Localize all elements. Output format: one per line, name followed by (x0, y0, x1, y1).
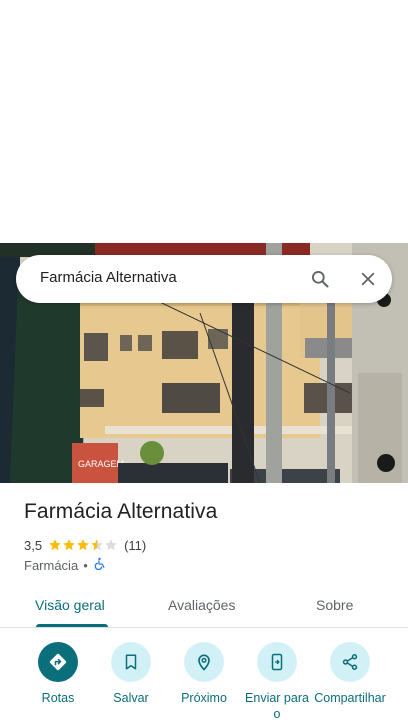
active-tab-indicator (36, 624, 108, 627)
tab-reviews[interactable]: Avaliações (168, 597, 235, 613)
place-category: Farmácia (24, 557, 79, 573)
share-label: Compartilhar (314, 691, 386, 705)
star-empty-icon (105, 539, 117, 551)
nearby-icon[interactable] (184, 642, 224, 682)
send-to-phone-icon[interactable] (257, 642, 297, 682)
garage-sign: GARAGEM (78, 459, 124, 469)
rating-stars (48, 538, 118, 552)
save-label: Salvar (113, 691, 149, 705)
nearby-button[interactable]: Próximo (164, 642, 244, 706)
share-icon[interactable] (330, 642, 370, 682)
directions-label: Rotas (41, 691, 75, 705)
close-icon[interactable] (354, 265, 382, 293)
share-button[interactable]: Compartilhar (310, 642, 390, 706)
send-to-phone-button[interactable]: Enviar para o (237, 642, 317, 722)
search-icon[interactable] (306, 265, 334, 293)
star-full-icon (77, 539, 89, 551)
search-bar[interactable]: Farmácia Alternativa (16, 255, 392, 303)
map-area-blank (0, 0, 408, 243)
star-half-icon (91, 539, 103, 551)
place-tabs: Visão geral Avaliações Sobre (0, 588, 408, 628)
directions-button[interactable]: Rotas (18, 642, 98, 706)
send-to-phone-label: Enviar para o (245, 691, 309, 721)
star-full-icon (49, 539, 61, 551)
tab-overview[interactable]: Visão geral (35, 597, 105, 613)
save-button[interactable]: Salvar (91, 642, 171, 706)
star-full-icon (63, 539, 75, 551)
rating-value: 3,5 (24, 537, 43, 553)
category-row: Farmácia • (24, 556, 106, 574)
separator-dot: • (83, 557, 88, 573)
search-input[interactable]: Farmácia Alternativa (40, 269, 177, 286)
nearby-label: Próximo (181, 691, 227, 705)
directions-icon[interactable] (38, 642, 78, 682)
tab-about[interactable]: Sobre (316, 597, 353, 613)
rating-row[interactable]: 3,5 (11) (24, 536, 146, 554)
review-count[interactable]: (11) (124, 538, 146, 553)
place-title: Farmácia Alternativa (24, 500, 218, 523)
bookmark-icon[interactable] (111, 642, 151, 682)
wheelchair-icon (93, 557, 106, 573)
